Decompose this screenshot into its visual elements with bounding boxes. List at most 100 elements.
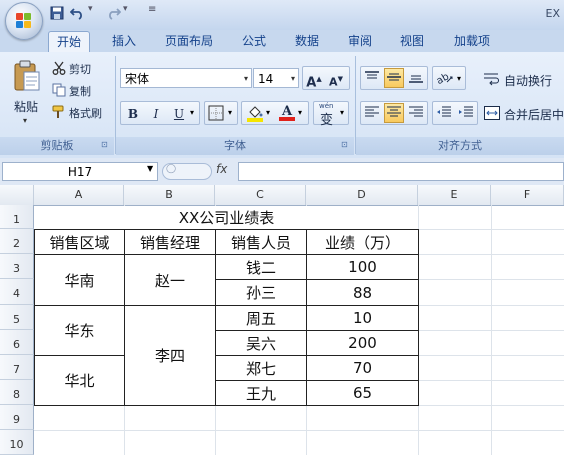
column-header-b[interactable]: B <box>124 185 215 205</box>
header-cell-region[interactable]: 销售区域 <box>34 229 125 255</box>
redo-icon[interactable] <box>105 6 122 20</box>
column-header-c[interactable]: C <box>215 185 306 205</box>
staff-cell[interactable]: 王九 <box>215 380 307 406</box>
sales-cell[interactable]: 100 <box>306 254 419 280</box>
decrease-indent-button[interactable] <box>434 103 454 123</box>
align-top-button[interactable] <box>362 68 382 88</box>
staff-cell[interactable]: 周五 <box>215 305 307 331</box>
borders-dropdown-icon[interactable]: ▾ <box>228 108 232 117</box>
manager-cell[interactable]: 李四 <box>124 305 216 406</box>
row-header-9[interactable]: 9 <box>0 405 34 430</box>
shrink-font-button[interactable]: A▼ <box>326 68 346 89</box>
underline-dropdown-icon[interactable]: ▾ <box>190 108 194 117</box>
decrease-indent-icon <box>437 106 451 117</box>
italic-button[interactable]: I <box>146 103 166 123</box>
font-name-combo[interactable]: 宋体 ▾ <box>120 68 252 88</box>
tab-data[interactable]: 数据 <box>287 31 327 51</box>
orientation-dropdown-icon[interactable]: ▾ <box>457 74 461 83</box>
align-right-button[interactable] <box>406 103 426 123</box>
wrap-text-button[interactable]: 自动换行 <box>484 70 564 90</box>
row-header-7[interactable]: 7 <box>0 355 34 380</box>
staff-cell[interactable]: 钱二 <box>215 254 307 280</box>
font-size-combo[interactable]: 14 ▾ <box>253 68 299 88</box>
format-painter-button[interactable]: 格式刷 <box>52 104 112 122</box>
manager-cell[interactable]: 赵一 <box>124 254 216 306</box>
save-icon[interactable] <box>50 6 64 20</box>
font-color-button[interactable]: A <box>278 103 296 126</box>
paste-button[interactable]: 粘贴 ▾ <box>8 60 46 136</box>
fill-color-button[interactable] <box>246 104 264 126</box>
fill-color-dropdown-icon[interactable]: ▾ <box>266 108 270 117</box>
region-cell[interactable]: 华南 <box>34 254 125 306</box>
header-cell-staff[interactable]: 销售人员 <box>215 229 307 255</box>
row-header-4[interactable]: 4 <box>0 279 34 305</box>
header-cell-sales[interactable]: 业绩（万） <box>306 229 419 255</box>
name-box[interactable]: H17 <box>2 162 158 181</box>
font-size-dropdown-icon[interactable]: ▾ <box>291 69 295 89</box>
grow-font-button[interactable]: A▲ <box>304 68 324 90</box>
formula-input[interactable] <box>238 162 564 181</box>
tab-home[interactable]: 开始 <box>48 31 91 52</box>
sales-cell[interactable]: 10 <box>306 305 419 331</box>
sales-cell[interactable]: 88 <box>306 279 419 306</box>
staff-cell[interactable]: 吴六 <box>215 330 307 356</box>
tab-page-layout[interactable]: 页面布局 <box>157 31 221 51</box>
underline-button[interactable]: U <box>169 103 189 123</box>
align-bottom-button[interactable] <box>406 68 426 88</box>
align-middle-button[interactable] <box>384 68 404 88</box>
sales-cell[interactable]: 70 <box>306 355 419 381</box>
bold-button[interactable]: B <box>123 103 143 123</box>
column-header-a[interactable]: A <box>34 185 124 205</box>
row-header-3[interactable]: 3 <box>0 254 34 279</box>
column-header-e[interactable]: E <box>418 185 491 205</box>
font-name-dropdown-icon[interactable]: ▾ <box>244 69 248 89</box>
column-header-d[interactable]: D <box>306 185 418 205</box>
staff-cell[interactable]: 孙三 <box>215 279 307 306</box>
tab-insert[interactable]: 插入 <box>104 31 144 51</box>
row-header-10[interactable]: 10 <box>0 430 34 455</box>
tab-view[interactable]: 视图 <box>392 31 432 51</box>
row-header-8[interactable]: 8 <box>0 380 34 405</box>
font-launcher-icon[interactable]: ⊡ <box>341 140 348 149</box>
row-header-2[interactable]: 2 <box>0 229 34 254</box>
row-header-6[interactable]: 6 <box>0 330 34 355</box>
clipboard-launcher-icon[interactable]: ⊡ <box>101 140 108 149</box>
orientation-button[interactable]: ab <box>435 70 454 90</box>
borders-button[interactable] <box>208 105 224 125</box>
formula-bar-splitter[interactable]: ◯ <box>162 163 212 180</box>
align-right-icon <box>409 106 423 117</box>
office-button[interactable] <box>5 2 43 40</box>
cut-button[interactable]: 剪切 <box>52 60 108 78</box>
sales-cell[interactable]: 200 <box>306 330 419 356</box>
column-header-f[interactable]: F <box>491 185 564 205</box>
align-center-button[interactable] <box>384 103 404 123</box>
tab-review[interactable]: 审阅 <box>340 31 380 51</box>
align-left-button[interactable] <box>362 103 382 123</box>
merge-center-button[interactable]: 合并后居中 <box>484 104 564 124</box>
row-header-1[interactable]: 1 <box>0 205 34 229</box>
header-cell-manager[interactable]: 销售经理 <box>124 229 216 255</box>
sheet-title-cell[interactable]: XX公司业绩表 <box>35 206 418 229</box>
region-cell[interactable]: 华东 <box>34 305 125 356</box>
paste-label: 粘贴 <box>14 100 39 114</box>
phonetic-dropdown-icon[interactable]: ▾ <box>340 108 344 117</box>
sales-cell[interactable]: 65 <box>306 380 419 406</box>
font-color-dropdown-icon[interactable]: ▾ <box>298 108 302 117</box>
tab-formulas[interactable]: 公式 <box>234 31 274 51</box>
region-cell[interactable]: 华北 <box>34 355 125 406</box>
insert-function-button[interactable]: fx <box>216 162 227 176</box>
undo-dropdown-icon[interactable]: ▾ <box>88 4 93 18</box>
increase-indent-button[interactable] <box>456 103 476 123</box>
select-all-corner[interactable] <box>0 185 34 205</box>
name-box-dropdown-icon[interactable]: ▼ <box>147 164 153 173</box>
phonetic-guide-button[interactable]: wén 变 <box>316 102 342 128</box>
customize-qat-icon[interactable]: ≡ <box>148 4 156 18</box>
undo-icon[interactable] <box>69 6 86 20</box>
row-header-5[interactable]: 5 <box>0 305 34 330</box>
staff-cell[interactable]: 郑七 <box>215 355 307 381</box>
redo-dropdown-icon[interactable]: ▾ <box>123 4 128 18</box>
font-name-value: 宋体 <box>125 72 150 86</box>
svg-text:A: A <box>281 104 293 119</box>
copy-button[interactable]: 复制 <box>52 82 108 100</box>
tab-addins[interactable]: 加载项 <box>446 31 498 51</box>
